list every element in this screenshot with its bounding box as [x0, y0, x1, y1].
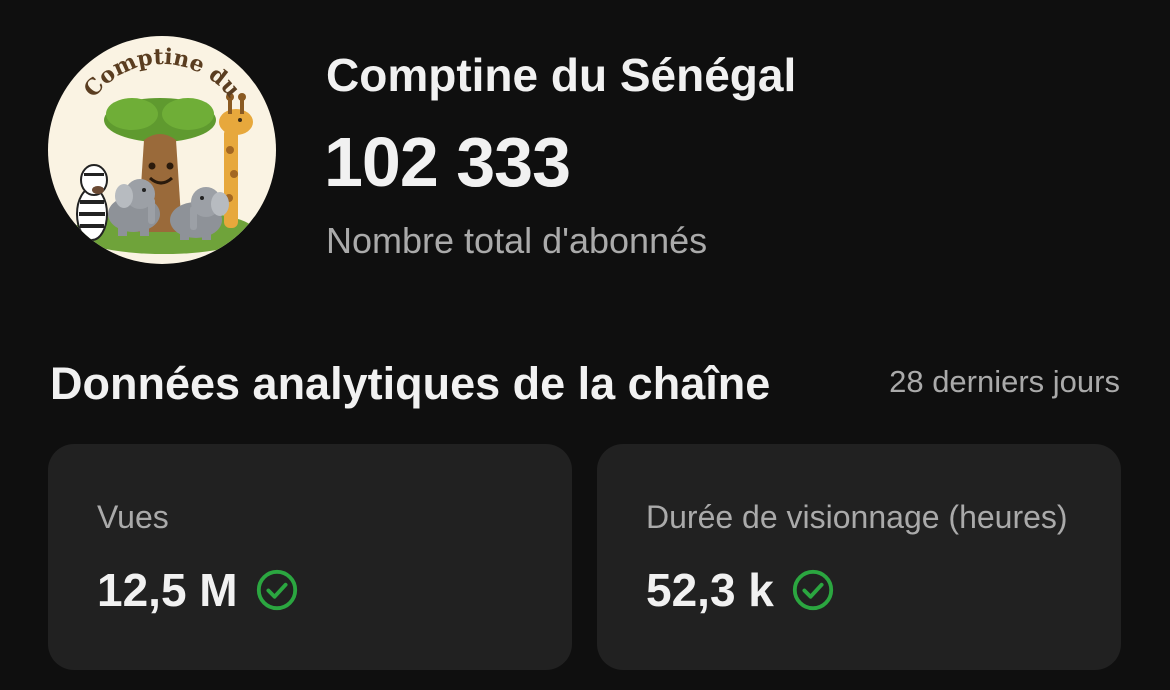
watch-time-card[interactable]: Durée de visionnage (heures) 52,3 k: [597, 444, 1121, 670]
channel-name: Comptine du Sénégal: [326, 49, 797, 101]
analytics-section-title: Données analytiques de la chaîne: [50, 358, 771, 409]
watch-time-label: Durée de visionnage (heures): [646, 499, 1068, 535]
check-circle-icon: [792, 569, 834, 611]
views-card[interactable]: Vues 12,5 M: [48, 444, 572, 670]
subscriber-count: 102 333: [324, 123, 571, 201]
watch-time-value: 52,3 k: [646, 564, 774, 616]
svg-text:Comptine du: Comptine du: [79, 44, 246, 103]
avatar-illustration: Comptine du: [72, 44, 256, 254]
subscriber-label: Nombre total d'abonnés: [326, 220, 708, 261]
watch-time-value-row: 52,3 k: [646, 562, 836, 618]
views-value-row: 12,5 M: [97, 562, 300, 618]
views-value: 12,5 M: [97, 564, 238, 616]
zebra-figure: [76, 164, 108, 241]
views-label: Vues: [97, 499, 169, 535]
analytics-period: 28 derniers jours: [889, 364, 1120, 399]
check-circle-icon: [256, 569, 297, 611]
channel-avatar[interactable]: Comptine du: [48, 36, 276, 264]
